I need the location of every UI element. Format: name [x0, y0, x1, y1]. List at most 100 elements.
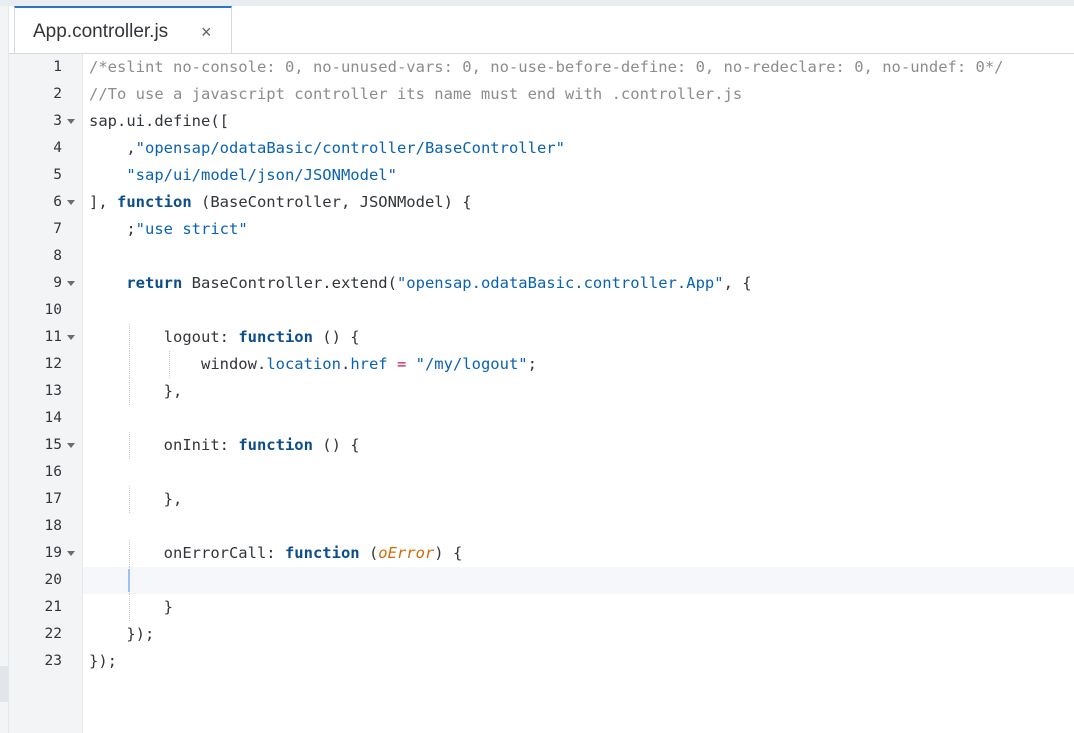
code-token: onErrorCall: [89, 544, 285, 562]
indent-guide [129, 432, 130, 459]
code-token: , [126, 139, 136, 157]
code-line[interactable]: return BaseController.extend("opensap.od… [89, 270, 752, 297]
code-token: ) { [434, 544, 463, 562]
line-number: 14 [44, 410, 62, 426]
code-line[interactable]: }); [89, 648, 117, 675]
code-token: BaseController.extend( [182, 274, 397, 292]
code-line[interactable]: window.location.href = "/my/logout"; [89, 351, 537, 378]
code-token: function [238, 328, 313, 346]
indent-guide [129, 486, 130, 513]
line-number: 10 [44, 302, 62, 318]
code-token: oError [378, 544, 435, 562]
line-number: 3 [53, 113, 62, 129]
code-token: }); [89, 625, 155, 643]
line-number: 20 [44, 572, 62, 588]
code-token: "/my/logout" [415, 355, 528, 373]
code-line[interactable]: ;"use strict" [89, 216, 248, 243]
code-area[interactable]: /*eslint no-console: 0, no-unused-vars: … [83, 54, 1074, 733]
code-token: /*eslint no-console: 0, no-unused-vars: … [89, 58, 1004, 76]
line-number: 19 [44, 545, 62, 561]
line-number: 5 [53, 167, 62, 183]
code-line[interactable]: }); [89, 621, 154, 648]
line-number: 4 [53, 140, 62, 156]
line-number: 1 [53, 59, 62, 75]
line-number: 18 [44, 518, 62, 534]
code-token: "use strict" [135, 220, 248, 238]
code-token: ], [89, 193, 117, 211]
fold-arrow-icon[interactable] [67, 551, 75, 556]
line-number: 12 [44, 356, 62, 372]
tab-app-controller[interactable]: App.controller.js × [14, 6, 232, 53]
code-token: , { [723, 274, 752, 292]
fold-arrow-icon[interactable] [67, 119, 75, 124]
code-token: ; [527, 355, 537, 373]
code-token: //To use a javascript controller its nam… [89, 85, 743, 103]
fold-arrow-icon[interactable] [67, 200, 75, 205]
left-side-strip [0, 6, 9, 733]
indent-guide [129, 324, 130, 351]
line-number: 7 [53, 221, 62, 237]
indent-guide [129, 378, 130, 405]
line-number: 23 [44, 653, 62, 669]
line-number: 21 [44, 599, 62, 615]
code-token: function [117, 193, 192, 211]
code-token: ( [359, 544, 379, 562]
code-token: "sap/ui/model/json/JSONModel" [126, 166, 397, 184]
code-line[interactable]: } [89, 594, 173, 621]
code-line[interactable]: ], function (BaseController, JSONModel) … [89, 189, 472, 216]
code-token: () { [312, 436, 360, 454]
text-cursor [128, 569, 130, 592]
code-token: window. [89, 355, 267, 373]
code-token: return [126, 274, 183, 292]
fold-arrow-icon[interactable] [67, 443, 75, 448]
line-number: 13 [44, 383, 62, 399]
code-token: "opensap/odataBasic/controller/BaseContr… [135, 139, 565, 157]
code-token: function [284, 544, 360, 562]
line-number: 9 [53, 275, 62, 291]
indent-guide [129, 351, 130, 378]
line-number: 15 [44, 437, 62, 453]
line-number: 16 [44, 464, 62, 480]
code-line[interactable]: //To use a javascript controller its nam… [89, 81, 742, 108]
tab-title: App.controller.js [33, 21, 169, 42]
indent-guide [129, 594, 130, 621]
code-line[interactable]: /*eslint no-console: 0, no-unused-vars: … [89, 54, 1004, 81]
code-token: sap.ui.define([ [89, 112, 229, 130]
code-line[interactable]: sap.ui.define([ [89, 108, 229, 135]
code-line[interactable]: }, [89, 486, 183, 513]
fold-arrow-icon[interactable] [67, 281, 75, 286]
indent-guide [169, 351, 170, 378]
code-token: }, [89, 382, 183, 400]
line-number: 8 [53, 248, 62, 264]
code-line[interactable]: "sap/ui/model/json/JSONModel" [89, 162, 397, 189]
code-token: . [340, 355, 351, 373]
code-token: = [387, 355, 416, 373]
left-side-strip-marker [0, 666, 8, 702]
fold-arrow-icon[interactable] [67, 335, 75, 340]
line-number-gutter: 1 2 3 4 5 6 7 8 9 10 11 12 13 14 15 16 17 18 19 20 21 22 23 [9, 54, 83, 733]
code-token: href [350, 355, 388, 373]
code-line[interactable]: }, [89, 378, 183, 405]
code-token: }); [89, 652, 117, 670]
code-line[interactable]: onErrorCall: function (oError) { [89, 540, 463, 567]
close-icon[interactable]: × [201, 22, 212, 42]
line-number: 17 [44, 491, 62, 507]
code-token: () { [312, 328, 360, 346]
code-line[interactable]: ,"opensap/odataBasic/controller/BaseCont… [89, 135, 565, 162]
code-token: } [89, 598, 173, 616]
code-token: location [266, 355, 341, 373]
editor-tab-bar: App.controller.js × [9, 6, 1074, 54]
line-number: 2 [53, 86, 62, 102]
code-token: (BaseController, JSONModel) { [191, 193, 472, 211]
code-token: }, [89, 490, 183, 508]
line-number: 22 [44, 626, 62, 642]
code-editor[interactable]: 1 2 3 4 5 6 7 8 9 10 11 12 13 14 15 16 17 18 19 20 21 22 23 /*… [9, 54, 1074, 733]
code-token: logout: [89, 328, 239, 346]
line-number: 6 [53, 194, 62, 210]
code-token: "opensap.odataBasic.controller.App" [396, 274, 724, 292]
code-token: ; [126, 220, 136, 238]
